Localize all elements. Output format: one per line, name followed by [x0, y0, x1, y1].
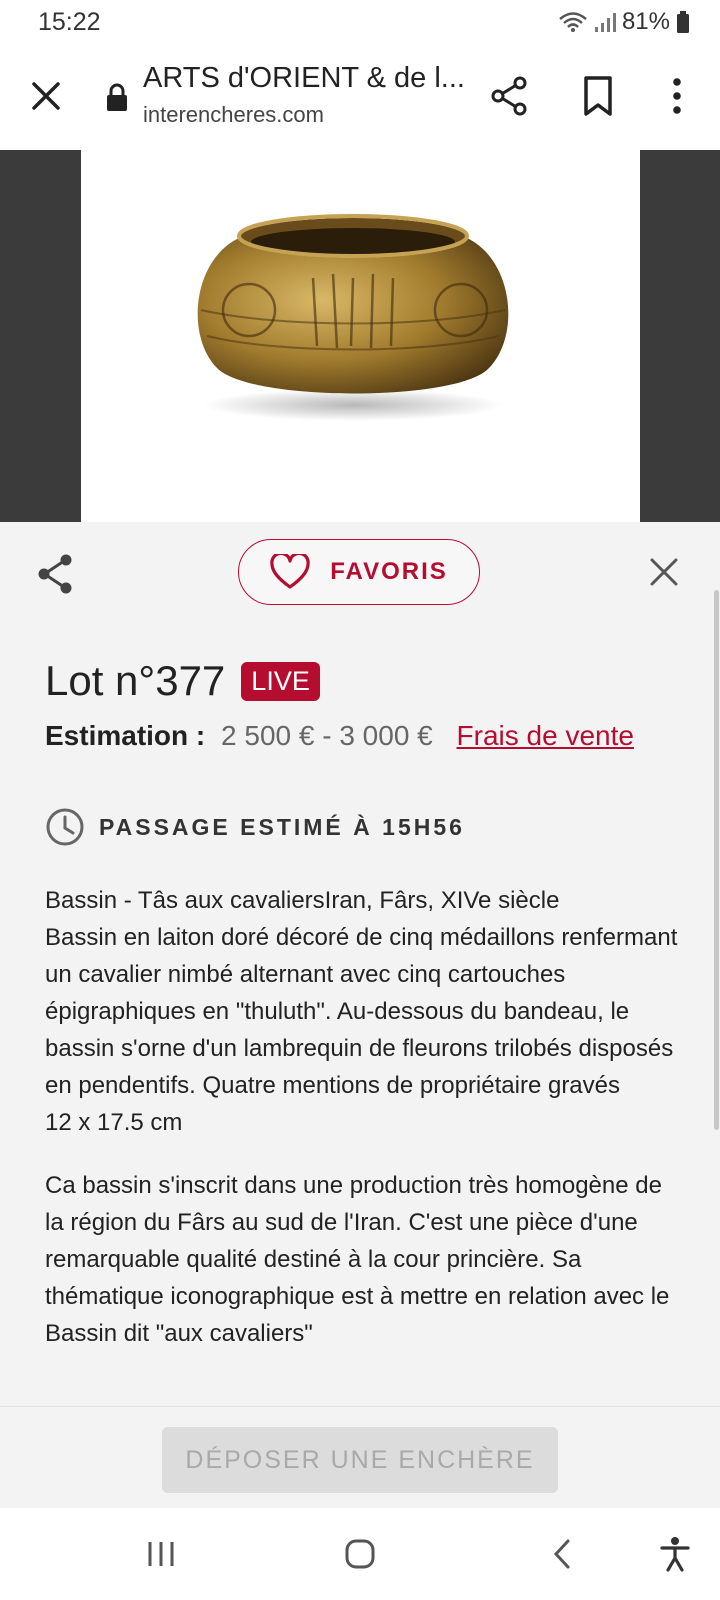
description-paragraph: Ca bassin s'inscrit dans une production … [45, 1172, 670, 1347]
page-url[interactable]: interencheres.com [143, 102, 324, 128]
recent-apps-icon[interactable] [146, 1540, 176, 1568]
lot-description: Bassin - Tâs aux cavaliersIran, Fârs, XI… [45, 882, 685, 1378]
lot-image[interactable] [81, 150, 640, 522]
status-time: 15:22 [38, 8, 101, 36]
lot-image-area[interactable] [0, 150, 720, 522]
page-title[interactable]: ARTS d'ORIENT & de l... [143, 62, 465, 95]
estimation-value: 2 500 € - 3 000 € [221, 720, 433, 751]
favoris-label: FAVORIS [330, 558, 448, 585]
live-badge: LIVE [241, 661, 320, 701]
wifi-icon [559, 12, 587, 32]
lot-header: Lot n°377 LIVE [45, 657, 320, 705]
system-nav-bar [0, 1508, 720, 1600]
passage-row: PASSAGE ESTIMÉ À 15H56 [45, 807, 465, 847]
browser-toolbar: ARTS d'ORIENT & de l... interencheres.co… [0, 46, 720, 152]
estimation-label: Estimation : [45, 720, 206, 751]
passage-estime: PASSAGE ESTIMÉ À 15H56 [99, 813, 465, 840]
home-icon[interactable] [344, 1538, 376, 1570]
heart-icon [270, 554, 310, 589]
more-vert-icon[interactable] [662, 74, 692, 118]
estimation-row: Estimation : 2 500 € - 3 000 € Frais de … [45, 720, 634, 752]
place-bid-button[interactable]: DÉPOSER UNE ENCHÈRE [162, 1427, 558, 1493]
share-icon[interactable] [488, 74, 532, 118]
bookmark-icon[interactable] [578, 74, 618, 118]
action-bar: DÉPOSER UNE ENCHÈRE [0, 1406, 720, 1509]
lot-title: Lot n°377 [45, 657, 226, 704]
lot-image-frame[interactable] [81, 150, 640, 522]
battery-icon [677, 11, 689, 33]
share-icon[interactable] [36, 552, 76, 596]
description-paragraph: Bassin - Tâs aux cavaliersIran, Fârs, XI… [45, 887, 678, 1136]
close-icon[interactable] [26, 76, 66, 116]
scrollbar[interactable] [714, 590, 719, 1130]
frais-de-vente-link[interactable]: Frais de vente [457, 720, 634, 751]
accessibility-icon[interactable] [660, 1536, 690, 1572]
clock-icon [46, 808, 84, 846]
favoris-button[interactable]: FAVORIS [238, 539, 480, 605]
signal-icon [594, 13, 616, 32]
close-icon[interactable] [648, 556, 680, 588]
status-bar: 15:22 81% [0, 0, 720, 46]
lot-detail-sheet: FAVORIS Lot n°377 LIVE Estimation : 2 50… [0, 522, 720, 1508]
lock-icon [107, 83, 127, 111]
status-indicators: 81% [558, 8, 690, 36]
back-icon[interactable] [552, 1538, 572, 1570]
battery-percent: 81% [621, 8, 670, 35]
